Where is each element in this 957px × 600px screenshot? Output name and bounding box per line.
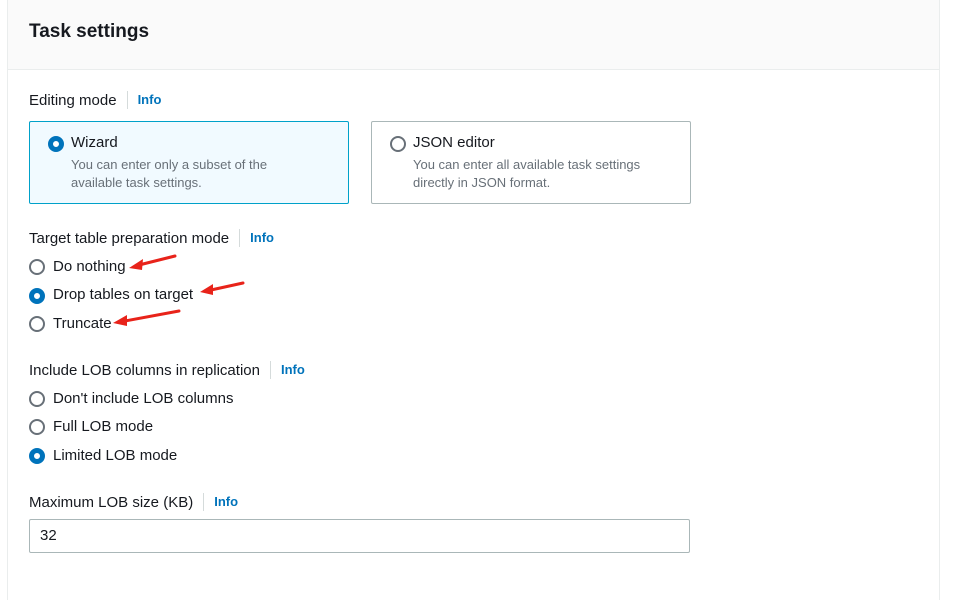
do-nothing-radio[interactable] bbox=[29, 259, 45, 275]
lob-label: Include LOB columns in replication Info bbox=[29, 361, 305, 379]
drop-tables-label[interactable]: Drop tables on target bbox=[53, 286, 193, 303]
target-prep-label: Target table preparation mode Info bbox=[29, 229, 274, 247]
limited-lob-label[interactable]: Limited LOB mode bbox=[53, 447, 177, 464]
editing-mode-label: Editing mode Info bbox=[29, 91, 161, 109]
json-editor-tile[interactable]: JSON editor You can enter all available … bbox=[371, 121, 691, 204]
annotation-arrow-icon bbox=[200, 281, 245, 295]
target-prep-info-link[interactable]: Info bbox=[239, 229, 274, 247]
wizard-desc-line1: You can enter only a subset of the bbox=[71, 157, 268, 172]
editing-mode-label-text: Editing mode bbox=[29, 91, 117, 109]
annotation-arrow-icon bbox=[129, 254, 177, 270]
json-editor-radio[interactable] bbox=[390, 136, 406, 152]
annotation-arrow-icon bbox=[113, 309, 181, 326]
json-editor-title: JSON editor bbox=[413, 134, 495, 151]
json-editor-description: You can enter all available task setting… bbox=[413, 156, 673, 192]
wizard-title: Wizard bbox=[71, 134, 118, 151]
dont-include-lob-radio[interactable] bbox=[29, 391, 45, 407]
dont-include-lob-label[interactable]: Don't include LOB columns bbox=[53, 390, 233, 407]
json-editor-desc-line1: You can enter all available task setting… bbox=[413, 157, 641, 172]
wizard-description: You can enter only a subset of the avail… bbox=[71, 156, 311, 192]
editing-mode-info-link[interactable]: Info bbox=[126, 91, 161, 109]
truncate-radio[interactable] bbox=[29, 316, 45, 332]
lob-label-text: Include LOB columns in replication bbox=[29, 361, 260, 379]
max-lob-size-input[interactable]: 32 bbox=[29, 519, 690, 553]
lob-info-link[interactable]: Info bbox=[269, 361, 305, 379]
drop-tables-radio[interactable] bbox=[29, 288, 45, 304]
wizard-tile[interactable]: Wizard You can enter only a subset of th… bbox=[29, 121, 349, 204]
panel-header: Task settings bbox=[8, 0, 939, 70]
max-lob-label-text: Maximum LOB size (KB) bbox=[29, 493, 194, 511]
json-editor-desc-line2: directly in JSON format. bbox=[413, 175, 551, 190]
panel-title: Task settings bbox=[29, 21, 150, 42]
truncate-label[interactable]: Truncate bbox=[53, 315, 112, 332]
wizard-radio[interactable] bbox=[48, 136, 64, 152]
max-lob-label: Maximum LOB size (KB) Info bbox=[29, 493, 238, 511]
full-lob-radio[interactable] bbox=[29, 419, 45, 435]
max-lob-info-link[interactable]: Info bbox=[203, 493, 238, 511]
limited-lob-radio[interactable] bbox=[29, 448, 45, 464]
wizard-desc-line2: available task settings. bbox=[71, 175, 202, 190]
target-prep-label-text: Target table preparation mode bbox=[29, 229, 230, 247]
full-lob-label[interactable]: Full LOB mode bbox=[53, 418, 153, 435]
do-nothing-label[interactable]: Do nothing bbox=[53, 258, 126, 275]
